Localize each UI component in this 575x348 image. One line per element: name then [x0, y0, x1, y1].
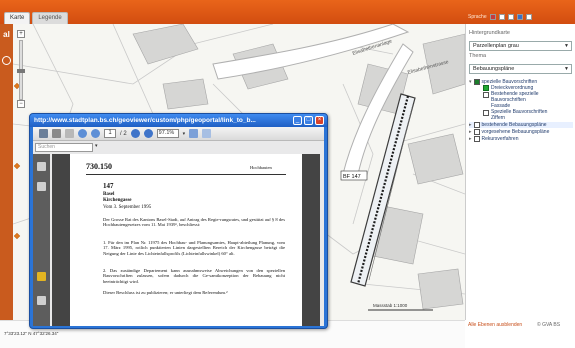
top-header: [0, 0, 575, 24]
signatures-icon[interactable]: [37, 296, 46, 305]
lang-it-icon[interactable]: [516, 14, 523, 20]
chevron-down-icon: ▼: [564, 66, 569, 72]
doc-header-rule: [86, 174, 286, 175]
doc-paragraph-4: Dieser Beschluss ist zu publizieren; er …: [103, 290, 228, 295]
expand-icon[interactable]: ▸: [469, 136, 472, 142]
pdf-search-input[interactable]: Suchen: [35, 143, 93, 152]
layer-panel: Hintergrundkarte Parzellenplan grau ▼ Th…: [465, 24, 575, 320]
left-sidebar-letter: al: [3, 30, 10, 39]
expand-icon[interactable]: ▸: [469, 122, 472, 128]
legend-label: Bestehende spezielle Bauvorschriften: [491, 91, 539, 103]
minimize-icon[interactable]: _: [293, 116, 302, 125]
panel-footer: Alle Ebenen ausblenden © GVA BS: [465, 320, 575, 330]
zoom-in-icon[interactable]: [143, 129, 153, 138]
attachments-icon[interactable]: [37, 182, 46, 191]
theme-title: Thema: [469, 53, 487, 59]
legend-green-icon: [483, 85, 489, 91]
language-bar: Sprache: [468, 14, 532, 20]
legend-box-icon: [483, 92, 489, 98]
comments-icon[interactable]: [37, 272, 46, 281]
pdf-side-toolbar: [33, 154, 50, 326]
left-sidebar: al: [0, 24, 13, 334]
theme-value: Bebauungspläne: [473, 66, 515, 72]
tab-bar: Karte Legende: [0, 12, 68, 24]
pdf-popup-window[interactable]: http://www.stadtplan.bs.ch/geoviewer/cus…: [29, 113, 328, 329]
zoom-out-button[interactable]: −: [17, 100, 25, 108]
close-icon[interactable]: ×: [315, 116, 324, 125]
next-page-icon[interactable]: [91, 129, 100, 138]
background-map-select[interactable]: Parzellenplan grau ▼: [469, 41, 572, 51]
layer-item-rekurs[interactable]: ▸ Rekursverfahren: [469, 136, 573, 142]
pages-icon[interactable]: [37, 162, 46, 171]
maximize-icon[interactable]: □: [304, 116, 313, 125]
layer-checkbox[interactable]: [473, 122, 480, 128]
legend-box-icon: [483, 110, 489, 116]
zoom-control: + −: [17, 30, 25, 126]
legend-label: Spezielle Bauvorschriften Ziffern: [491, 109, 548, 121]
expand-icon[interactable]: ▾: [469, 79, 472, 85]
coordinates-readout: 7°33'23.12" N 47°32'26.34": [4, 331, 59, 336]
zoom-slider-knob[interactable]: [17, 69, 25, 73]
language-label: Sprache: [468, 14, 487, 20]
zoom-slider[interactable]: [17, 40, 25, 100]
expand-icon[interactable]: ▸: [469, 129, 472, 135]
layer-label: bestehende Bebauungspläne: [481, 122, 547, 128]
doc-paragraph-1: Der Grosse Rat des Kantons Basel-Stadt, …: [103, 217, 285, 228]
doc-header-right: Hochbauten: [250, 165, 272, 170]
back-icon[interactable]: [65, 129, 74, 138]
copyright-label: © GVA BS: [537, 322, 561, 328]
tab-karte[interactable]: Karte: [4, 12, 31, 24]
lang-de-icon[interactable]: [489, 14, 496, 20]
legend-item: Spezielle Bauvorschriften Ziffern: [469, 109, 573, 121]
chevron-down-icon[interactable]: ▾: [183, 131, 186, 137]
zoom-in-button[interactable]: +: [17, 30, 25, 38]
page-total: / 2: [120, 130, 127, 137]
theme-select[interactable]: Bebauungspläne ▼: [469, 64, 572, 74]
background-map-title: Hintergrundkarte: [469, 30, 510, 36]
layer-checkbox[interactable]: [473, 136, 480, 142]
layer-label: Rekursverfahren: [481, 136, 519, 142]
layer-checkbox[interactable]: [473, 129, 480, 135]
chevron-down-icon: ▼: [564, 43, 569, 49]
layer-tree: ▾ spezielle Bauvorschriften Dreieckveror…: [469, 79, 573, 142]
scale-label: Massstab 1:1000: [373, 303, 408, 308]
pdf-viewer: 1 / 2 97.1% ▾ Suchen ▾ 730.150 Hochbaute…: [33, 127, 324, 326]
tab-legende[interactable]: Legende: [32, 12, 68, 24]
doc-street: Kirchengasse: [103, 198, 132, 203]
prev-page-icon[interactable]: [78, 129, 87, 138]
background-map-value: Parzellenplan grau: [473, 43, 519, 49]
layer-item-vorgesehene[interactable]: ▸ vorgesehene Bebauungspläne: [469, 129, 573, 135]
lang-en-icon[interactable]: [498, 14, 505, 20]
fit-width-icon[interactable]: [202, 129, 212, 138]
doc-paragraph-3: 2. Das zuständige Departement kann ausna…: [103, 268, 285, 284]
hide-all-layers-link[interactable]: Alle Ebenen ausblenden: [468, 322, 522, 328]
chevron-down-icon[interactable]: ▾: [95, 143, 98, 149]
layer-item-bestehende[interactable]: ▸ bestehende Bebauungspläne: [469, 122, 573, 128]
fit-page-icon[interactable]: [189, 129, 199, 138]
layer-label: vorgesehene Bebauungspläne: [481, 129, 550, 135]
popup-title: http://www.stadtplan.bs.ch/geoviewer/cus…: [34, 117, 256, 124]
search-icon[interactable]: [2, 56, 11, 65]
print-icon[interactable]: [525, 14, 532, 20]
doc-law-number: 147: [103, 182, 114, 190]
zoom-out-icon[interactable]: [130, 129, 140, 138]
pdf-toolbar: 1 / 2 97.1% ▾: [33, 127, 324, 141]
legend-item: Bestehende spezielle Bauvorschriften: [469, 91, 573, 103]
app-window: Karte Legende Sprache al Elisabethenanla…: [0, 0, 575, 348]
zoom-level-select[interactable]: 97.1%: [156, 129, 179, 138]
doc-date: Vom 3. September 1995: [103, 205, 152, 210]
print-icon[interactable]: [39, 129, 48, 138]
save-icon[interactable]: [52, 129, 61, 138]
pdf-page: 730.150 Hochbauten 147 Basel Kirchengass…: [70, 154, 302, 326]
popup-title-bar[interactable]: http://www.stadtplan.bs.ch/geoviewer/cus…: [30, 114, 327, 127]
doc-place: Basel: [103, 192, 115, 197]
page-number-input[interactable]: 1: [104, 129, 116, 138]
lang-fr-icon[interactable]: [507, 14, 514, 20]
house-label: BF 147: [343, 174, 361, 180]
pdf-document-area[interactable]: 730.150 Hochbauten 147 Basel Kirchengass…: [52, 154, 320, 326]
doc-paragraph-2: 1. Für den im Plan Nr. 11975 des Hochbau…: [103, 240, 285, 256]
layer-checkbox[interactable]: [473, 79, 480, 85]
doc-number: 730.150: [86, 162, 112, 171]
